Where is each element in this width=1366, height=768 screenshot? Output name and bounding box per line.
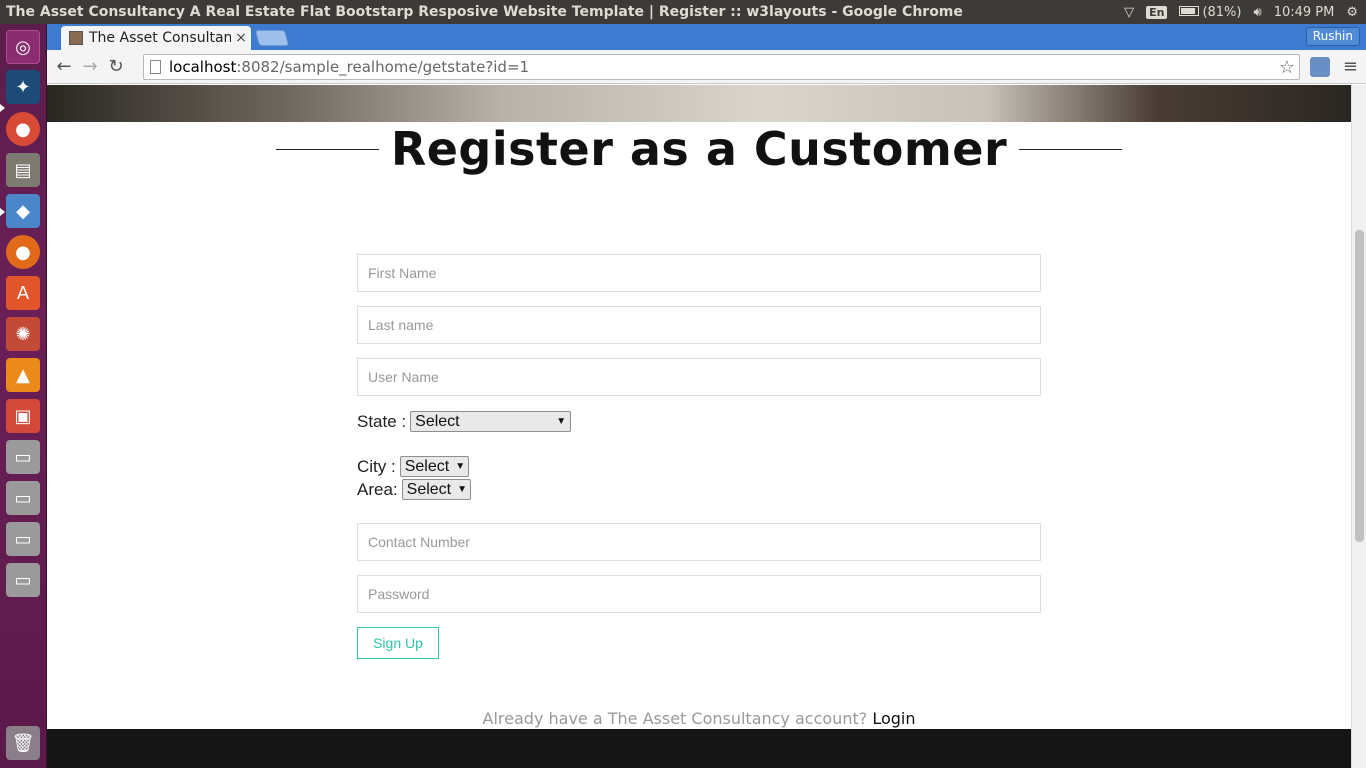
reload-icon[interactable]: ↻ [103,54,129,80]
new-tab-button[interactable] [254,30,290,46]
window-title: The Asset Consultancy A Real Estate Flat… [6,4,963,20]
wifi-icon[interactable]: ▽ [1124,5,1134,20]
os-top-panel: The Asset Consultancy A Real Estate Flat… [0,0,1366,24]
user-name-input[interactable]: User Name [357,358,1041,396]
city-select[interactable]: Select ▼ [399,456,469,477]
software-center-icon[interactable]: A [6,276,40,310]
volume-icon[interactable]: 🔊︎ [1253,5,1261,20]
area-row: Area: Select ▼ [357,479,471,500]
login-prompt-text: Already have a The Asset Consultancy acc… [482,709,868,728]
footer [47,729,1351,768]
page-icon [150,60,161,74]
page-viewport: Register as a Customer First Name Last n… [47,85,1351,768]
city-select-value: Select [404,457,450,475]
vlc-icon[interactable]: ▲ [6,358,40,392]
state-select[interactable]: Select ▼ [410,411,572,432]
page-heading: Register as a Customer [276,121,1122,177]
profile-button[interactable]: Rushin [1305,27,1360,46]
trash-icon[interactable]: 🗑︎ [6,726,40,760]
network-app-icon[interactable]: ✦ [6,70,40,104]
back-icon[interactable]: ← [51,54,77,80]
panel-indicators: ▽ En (81%) 🔊︎ 10:49 PM ⚙ [1124,5,1366,20]
chrome-icon[interactable]: ● [6,112,40,146]
tab-title: The Asset Consultan [89,30,231,46]
area-select-value: Select [406,480,452,498]
extension-icon[interactable] [1310,57,1330,77]
url-path: :8082/sample_realhome/getstate?id=1 [236,58,530,76]
close-tab-icon[interactable]: × [231,30,251,46]
city-label: City : [357,456,396,476]
launcher: ◎ ✦ ● ▤ ◆ ● A ✺ ▲ ▣ ▭ ▭ ▭ ▭ 🗑︎ [0,24,47,768]
contact-number-input[interactable]: Contact Number [357,523,1041,561]
state-label: State : [357,411,407,431]
battery-icon [1179,5,1200,16]
running-indicator [0,208,5,216]
menu-icon[interactable]: ≡ [1343,56,1358,77]
ubuntu-dash-icon[interactable]: ◎ [6,30,40,64]
drive-icon[interactable]: ▭ [6,563,40,597]
battery-indicator[interactable]: (81%) [1179,5,1241,20]
sign-up-button[interactable]: Sign Up [357,627,439,659]
forward-icon[interactable]: → [77,54,103,80]
files-icon[interactable]: ▤ [6,153,40,187]
login-link[interactable]: Login [872,709,915,728]
drive-icon[interactable]: ▭ [6,481,40,515]
drive-icon[interactable]: ▭ [6,440,40,474]
last-name-input[interactable]: Last name [357,306,1041,344]
drive-icon[interactable]: ▭ [6,522,40,556]
city-row: City : Select ▼ [357,456,469,477]
favicon-icon [69,31,83,45]
bookmark-star-icon[interactable]: ☆ [1279,57,1295,78]
clock[interactable]: 10:49 PM [1274,5,1335,20]
running-indicator [0,104,5,112]
settings-tools-icon[interactable]: ✺ [6,317,40,351]
gear-icon[interactable]: ⚙ [1346,5,1358,20]
address-bar[interactable]: localhost:8082/sample_realhome/getstate?… [143,54,1300,80]
state-row: State : Select ▼ [357,411,572,432]
firefox-icon[interactable]: ● [6,235,40,269]
chevron-down-icon: ▼ [457,484,468,495]
page-scrollbar[interactable] [1351,85,1366,768]
virtualbox-icon[interactable]: ◆ [6,194,40,228]
url-host: localhost [169,58,237,76]
scrollbar-thumb[interactable] [1355,230,1364,542]
chevron-down-icon: ▼ [455,461,466,472]
area-select[interactable]: Select ▼ [401,479,471,500]
password-input[interactable]: Password [357,575,1041,613]
browser-tab-strip: The Asset Consultan × Rushin [47,24,1366,50]
heading-rule-left [276,148,379,150]
login-prompt: Already have a The Asset Consultancy acc… [47,709,1351,728]
battery-percent: (81%) [1202,4,1242,20]
browser-tab[interactable]: The Asset Consultan × [61,26,251,50]
first-name-input[interactable]: First Name [357,254,1041,292]
heading-rule-right [1019,148,1122,150]
hero-image [47,85,1351,122]
page-title: Register as a Customer [390,122,1008,176]
keyboard-indicator[interactable]: En [1146,5,1168,19]
state-select-value: Select [415,412,460,430]
chevron-down-icon: ▼ [556,416,567,427]
archive-icon[interactable]: ▣ [6,399,40,433]
browser-toolbar: ← → ↻ localhost:8082/sample_realhome/get… [47,50,1366,84]
area-label: Area: [357,479,398,499]
